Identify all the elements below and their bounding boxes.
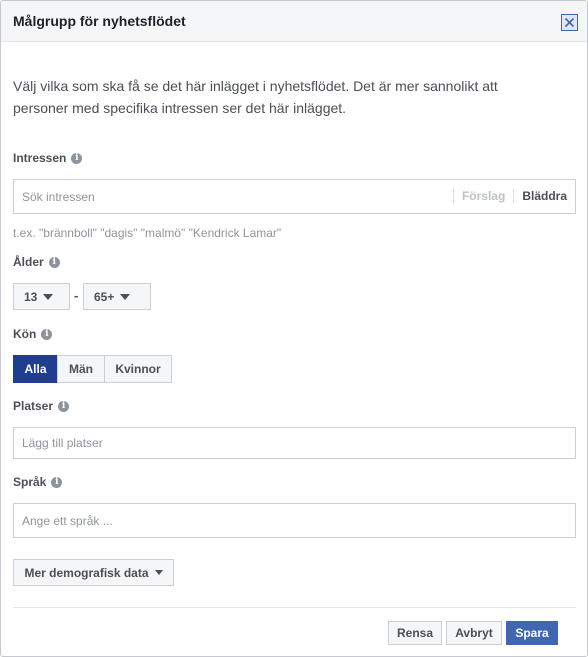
gender-label: Kön i: [13, 327, 53, 341]
interest-actions: Förslag Bläddra: [452, 189, 567, 203]
close-icon: [564, 17, 575, 28]
interests-label: Intressen i: [13, 151, 83, 165]
interests-label-text: Intressen: [13, 151, 67, 165]
footer-divider: [13, 607, 576, 608]
more-demographics-button[interactable]: Mer demografisk data: [13, 559, 174, 586]
chevron-down-icon: [43, 293, 54, 300]
locations-field[interactable]: [13, 427, 576, 459]
language-label-text: Språk: [13, 475, 47, 489]
info-icon[interactable]: i: [58, 400, 70, 412]
intro-text: Välj vilka som ska få se det här inlägge…: [13, 78, 498, 116]
interests-hint: t.ex. "brännboll" "dagis" "malmö" "Kendr…: [13, 226, 282, 240]
language-label: Språk i: [13, 475, 63, 489]
gender-option-all[interactable]: Alla: [13, 355, 58, 383]
age-separator: -: [74, 288, 79, 303]
gender-label-text: Kön: [13, 327, 37, 341]
audience-dialog: Målgrupp för nyhetsflödet Välj vilka som…: [0, 0, 588, 657]
locations-input[interactable]: [14, 428, 575, 458]
age-max-select[interactable]: 65+: [83, 283, 151, 310]
gender-option-men[interactable]: Män: [57, 355, 105, 383]
info-icon[interactable]: i: [48, 256, 60, 268]
cancel-button[interactable]: Avbryt: [446, 621, 502, 645]
close-button[interactable]: [561, 14, 578, 31]
dialog-header: Målgrupp för nyhetsflödet: [1, 1, 587, 42]
age-max-value: 65+: [94, 289, 115, 304]
more-demographics-label: Mer demografisk data: [24, 565, 149, 580]
age-min-value: 13: [24, 289, 38, 304]
save-button[interactable]: Spara: [506, 621, 558, 645]
info-icon[interactable]: i: [51, 476, 63, 488]
clear-button[interactable]: Rensa: [388, 621, 442, 645]
locations-label-text: Platser: [13, 399, 54, 413]
gender-option-women[interactable]: Kvinnor: [104, 355, 172, 383]
gender-segmented-control: Alla Män Kvinnor: [13, 355, 172, 383]
language-field[interactable]: [13, 503, 576, 538]
info-icon[interactable]: i: [41, 328, 53, 340]
age-label: Ålder i: [13, 255, 60, 269]
locations-label: Platser i: [13, 399, 70, 413]
age-min-select[interactable]: 13: [13, 283, 70, 310]
age-label-text: Ålder: [13, 255, 44, 269]
chevron-down-icon: [154, 570, 163, 575]
dialog-title: Målgrupp för nyhetsflödet: [13, 13, 186, 29]
language-input[interactable]: [14, 504, 575, 537]
suggestions-link[interactable]: Förslag: [452, 189, 513, 203]
browse-link[interactable]: Bläddra: [513, 189, 567, 203]
interests-field[interactable]: Förslag Bläddra: [13, 179, 576, 214]
chevron-down-icon: [120, 293, 131, 300]
info-icon[interactable]: i: [71, 152, 83, 164]
